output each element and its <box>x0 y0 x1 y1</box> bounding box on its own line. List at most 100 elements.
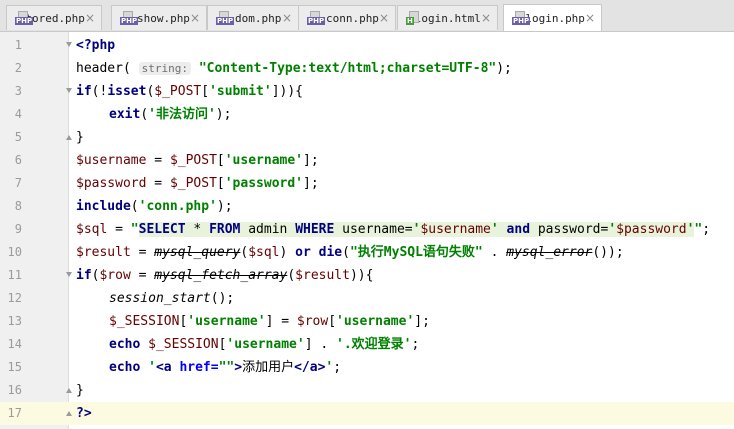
code-token: = <box>146 153 170 168</box>
code-token: $result <box>76 245 131 260</box>
tab-label: show.php <box>136 11 190 25</box>
code-token: session_start <box>109 291 211 306</box>
code-token: = <box>130 268 155 283</box>
code-text: $password = $_POST['password']; <box>76 172 319 195</box>
code-line[interactable]: 7 $password = $_POST['password']; <box>0 172 734 195</box>
code-token: SELECT <box>138 222 186 237</box>
code-token: 'password' <box>224 176 304 191</box>
code-token: ); <box>215 107 232 122</box>
code-token: "Content-Type:text/html;charset=UTF-8" <box>198 61 497 76</box>
code-token: 'username' <box>336 314 415 329</box>
tab-label: login.html <box>414 11 481 25</box>
fold-collapse-icon[interactable] <box>66 272 72 277</box>
tab-stored-php[interactable]: PHP stored.php × <box>6 5 102 30</box>
code-line[interactable]: 6 $username = $_POST['username']; <box>0 149 734 172</box>
tab-show-php[interactable]: PHP show.php × <box>111 5 207 30</box>
fold-end-icon[interactable] <box>66 411 72 416</box>
code-token: FROM <box>209 222 241 237</box>
code-line[interactable]: 13 $_SESSION['username'] = $row['username… <box>0 310 734 333</box>
code-line[interactable]: 9 $sql = "SELECT * FROM admin WHERE usern… <box>0 218 734 241</box>
code-line[interactable]: 12 session_start(); <box>0 287 734 310</box>
code-token: ); <box>496 61 512 76</box>
code-line[interactable]: 11 if($row = mysql_fetch_array($result)){ <box>0 264 734 287</box>
code-token: . <box>482 245 507 260</box>
fold-collapse-icon[interactable] <box>66 88 72 93</box>
code-text: header( string: "Content-Type:text/html;… <box>76 57 512 80</box>
code-line[interactable]: 17 ?> <box>0 402 734 425</box>
code-token: '非法访问' <box>148 107 216 122</box>
code-editor[interactable]: 1 <?php 2 header( string: "Content-Type:tex… <box>0 32 734 429</box>
line-number: 16 <box>7 383 22 397</box>
code-text: $result = mysql_query($sql) or die("执行My… <box>76 241 624 264</box>
code-line[interactable]: 2 header( string: "Content-Type:text/html… <box>0 57 734 80</box>
html-file-icon: H <box>406 11 419 25</box>
code-token: password= <box>530 222 609 237</box>
code-token: header <box>76 61 123 76</box>
code-token: $_SESSION <box>148 337 219 352</box>
code-token: ); <box>216 199 233 214</box>
line-number: 1 <box>14 38 22 52</box>
line-number: 9 <box>14 222 22 236</box>
code-text: echo '<a href="">添加用户</a>'; <box>109 356 341 379</box>
close-icon[interactable]: × <box>481 12 491 24</box>
code-token: $result <box>295 268 350 283</box>
code-line[interactable]: 14 echo $_SESSION['username'] . '.欢迎登录'; <box>0 333 734 356</box>
code-token: <?php <box>76 38 116 53</box>
code-line[interactable]: 3 if(!isset($_POST['submit'])){ <box>0 80 734 103</box>
close-icon[interactable]: × <box>190 12 200 24</box>
code-token: 'username' <box>187 314 266 329</box>
code-token: "执行MySQL语句失败" <box>349 245 483 260</box>
fold-end-icon[interactable] <box>66 135 72 140</box>
code-line[interactable]: 4 exit('非法访问'); <box>0 103 734 126</box>
code-token: mysql_fetch_array <box>154 268 288 283</box>
tab-login-html[interactable]: Hlogin.html × <box>397 5 498 30</box>
tab-dom-php[interactable]: PHP dom.php × <box>207 5 299 30</box>
code-token: </a> <box>294 360 326 375</box>
close-icon[interactable]: × <box>379 12 389 24</box>
code-token: ; <box>333 360 342 375</box>
code-token: $sql <box>76 222 108 237</box>
code-token: (); <box>210 291 235 306</box>
code-line[interactable]: 1 <?php <box>0 34 734 57</box>
parameter-hint: string: <box>138 62 191 75</box>
code-line[interactable]: 10 $result = mysql_query($sql) or die("执行… <box>0 241 734 264</box>
php-file-icon: PHP <box>120 11 139 25</box>
code-token: echo <box>109 337 141 352</box>
code-text: $username = $_POST['username']; <box>76 149 319 172</box>
code-token: * <box>185 222 210 237</box>
code-text: exit('非法访问'); <box>109 103 231 126</box>
code-token: href= <box>179 360 219 375</box>
tab-login-php[interactable]: PHP login.php × <box>503 4 602 31</box>
php-file-icon: PHP <box>216 11 235 25</box>
line-number: 14 <box>7 337 22 351</box>
line-number: 3 <box>14 84 22 98</box>
code-token: isset <box>107 84 147 99</box>
code-text: $_SESSION['username'] = $row['username']… <box>109 310 430 333</box>
code-line[interactable]: 8 include('conn.php'); <box>0 195 734 218</box>
code-token: 添加用户 <box>242 360 295 375</box>
code-token: echo <box>109 360 141 375</box>
code-line[interactable]: 5} <box>0 126 734 149</box>
code-token: $password <box>76 176 147 191</box>
fold-end-icon[interactable] <box>66 388 72 393</box>
code-token: ] . <box>304 337 337 352</box>
close-icon[interactable]: × <box>282 12 292 24</box>
code-token: 'submit' <box>209 84 272 99</box>
code-token: ' <box>490 222 499 237</box>
code-line[interactable]: 15 echo '<a href="">添加用户</a>'; <box>0 356 734 379</box>
close-icon[interactable]: × <box>585 12 595 24</box>
code-token: ) <box>279 245 296 260</box>
fold-collapse-icon[interactable] <box>66 42 72 47</box>
code-line[interactable]: 16} <box>0 379 734 402</box>
close-icon[interactable]: × <box>85 12 95 24</box>
code-text: } <box>76 379 84 402</box>
code-token: <a <box>155 360 180 375</box>
code-text: $sql = "SELECT * FROM admin WHERE userna… <box>76 218 710 241</box>
tab-conn-php[interactable]: PHP conn.php × <box>298 5 396 30</box>
code-token: )){ <box>349 268 374 283</box>
code-text: echo $_SESSION['username'] . '.欢迎登录'; <box>109 333 419 356</box>
code-token: $username <box>76 153 147 168</box>
